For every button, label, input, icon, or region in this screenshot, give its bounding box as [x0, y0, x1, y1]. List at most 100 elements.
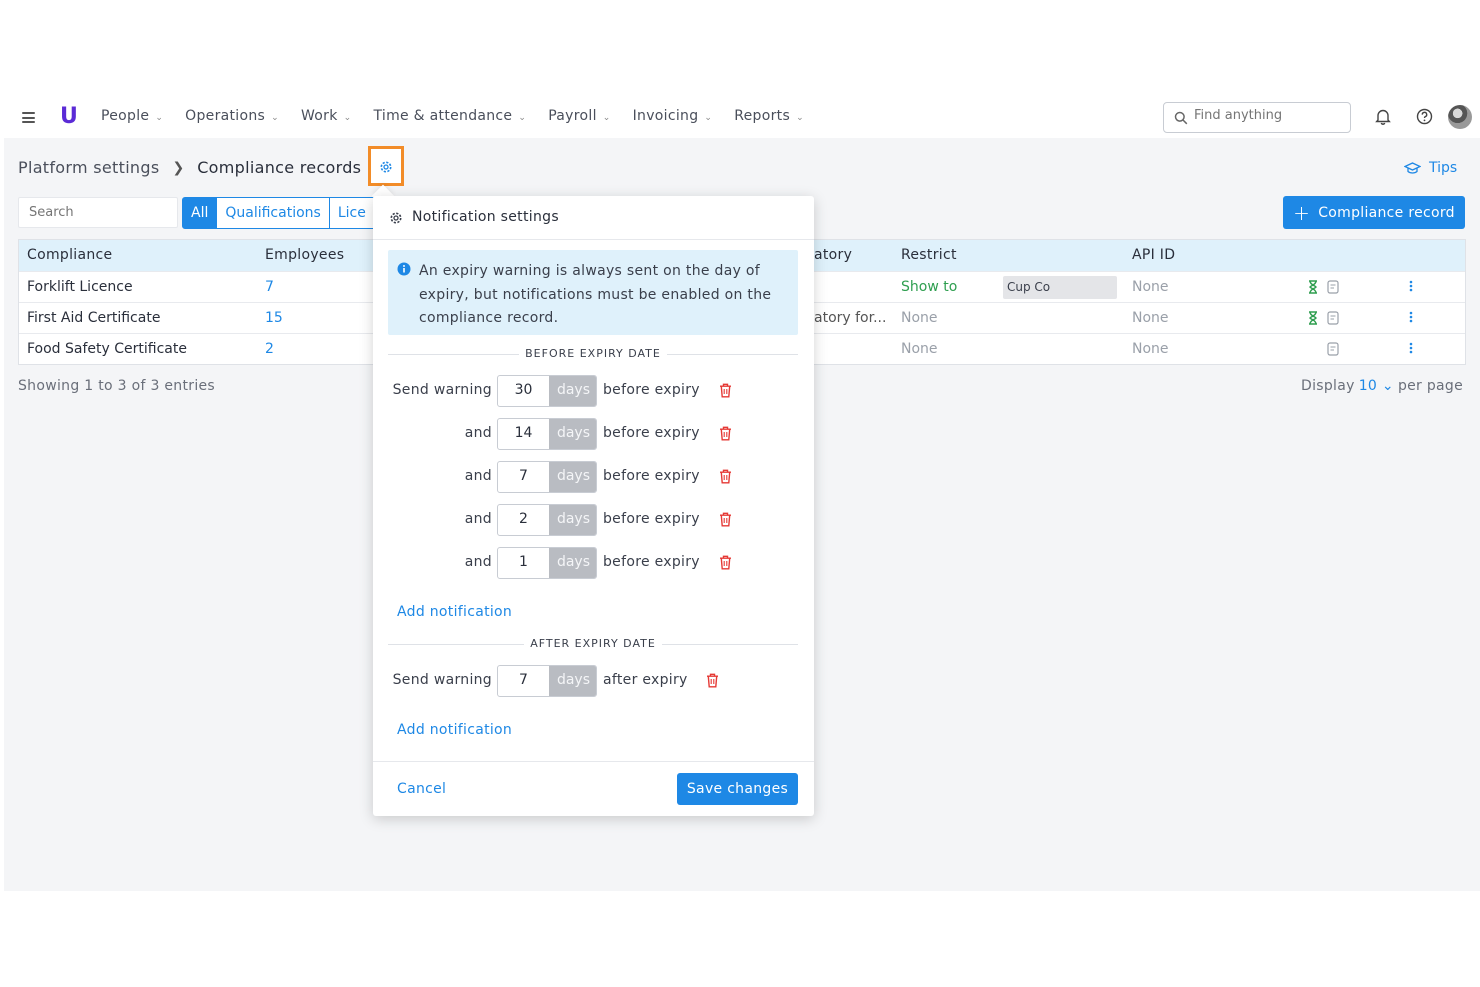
cell-restrict: Show to — [901, 279, 958, 295]
nav-item-reports[interactable]: Reports ⌄ — [734, 108, 804, 124]
more-options-icon[interactable] — [1409, 341, 1413, 355]
warning-suffix: before expiry — [603, 468, 700, 484]
header-employees[interactable]: Employees — [265, 247, 344, 263]
table-search[interactable] — [18, 197, 178, 228]
days-input[interactable]: 1 days — [497, 547, 597, 579]
search-icon — [1174, 111, 1188, 125]
tab-licences[interactable]: Lice — [329, 197, 375, 229]
global-search[interactable] — [1163, 102, 1351, 133]
warning-row: and 1 days before expiry — [388, 547, 798, 579]
trash-icon[interactable] — [719, 469, 732, 484]
cell-employees-link[interactable]: 7 — [265, 279, 274, 295]
document-icon[interactable] — [1327, 342, 1339, 356]
days-input[interactable]: 7 days — [497, 665, 597, 697]
cell-compliance: First Aid Certificate — [27, 310, 161, 326]
avatar[interactable] — [1448, 105, 1472, 129]
add-notification-before-link[interactable]: Add notification — [397, 604, 512, 620]
before-expiry-divider: BEFORE EXPIRY DATE — [388, 347, 798, 361]
global-search-input[interactable] — [1194, 108, 1344, 123]
graduation-cap-icon — [1404, 161, 1421, 174]
restrict-target-badge: Cup Co — [1003, 276, 1117, 299]
bell-icon[interactable] — [1375, 108, 1391, 125]
chevron-down-icon: ⌄ — [518, 113, 527, 123]
days-input[interactable]: 30 days — [497, 375, 597, 407]
help-icon[interactable] — [1416, 108, 1433, 125]
hourglass-icon — [1309, 311, 1317, 325]
per-page-suffix: per page — [1397, 378, 1464, 394]
nav-item-time-attendance[interactable]: Time & attendance ⌄ — [373, 108, 526, 124]
add-notification-after-link[interactable]: Add notification — [397, 722, 512, 738]
document-icon[interactable] — [1327, 311, 1339, 325]
plus-icon: + — [1293, 200, 1311, 225]
nav-item-payroll[interactable]: Payroll ⌄ — [548, 108, 610, 124]
nav-item-work[interactable]: Work ⌄ — [301, 108, 352, 124]
add-compliance-record-button[interactable]: + Compliance record — [1283, 196, 1465, 229]
chevron-down-icon: ⌄ — [343, 113, 352, 123]
warning-suffix: before expiry — [603, 382, 700, 398]
days-input[interactable]: 14 days — [497, 418, 597, 450]
nav-item-operations[interactable]: Operations ⌄ — [185, 108, 279, 124]
warning-row: and 7 days before expiry — [388, 461, 798, 493]
nav-item-people[interactable]: People ⌄ — [101, 108, 163, 124]
document-icon[interactable] — [1327, 280, 1339, 294]
chevron-down-icon: ⌄ — [155, 113, 164, 123]
popup-footer: Cancel Save changes — [373, 761, 814, 816]
display-label: Display — [1301, 378, 1355, 394]
tab-qualifications[interactable]: Qualifications — [217, 197, 330, 229]
per-page-control: Display 10 ⌄ per page — [1301, 378, 1463, 394]
breadcrumb-platform-settings[interactable]: Platform settings — [18, 158, 159, 177]
more-options-icon[interactable] — [1409, 310, 1413, 324]
warning-label: and — [464, 468, 492, 484]
add-compliance-record-label: Compliance record — [1318, 204, 1455, 221]
info-text: An expiry warning is always sent on the … — [419, 263, 772, 326]
warning-suffix: before expiry — [603, 425, 700, 441]
cell-mandatory: atory for... — [814, 310, 887, 326]
chevron-down-icon: ⌄ — [704, 113, 713, 123]
menu-icon[interactable] — [22, 112, 35, 123]
header-compliance[interactable]: Compliance — [27, 247, 112, 263]
more-options-icon[interactable] — [1409, 279, 1413, 293]
warning-row: Send warning 7 days after expiry — [388, 665, 798, 697]
entries-summary: Showing 1 to 3 of 3 entries — [18, 378, 216, 394]
cancel-button[interactable]: Cancel — [397, 781, 446, 797]
warning-suffix: before expiry — [603, 554, 700, 570]
header-api-id[interactable]: API ID — [1132, 247, 1175, 263]
nav-item-invoicing[interactable]: Invoicing ⌄ — [633, 108, 713, 124]
days-input[interactable]: 2 days — [497, 504, 597, 536]
warning-label: and — [464, 554, 492, 570]
table-search-input[interactable] — [29, 205, 169, 220]
after-expiry-divider: AFTER EXPIRY DATE — [388, 637, 798, 651]
tab-all[interactable]: All — [182, 197, 218, 229]
nav-menu: People ⌄ Operations ⌄ Work ⌄ Time & attenda… — [101, 108, 826, 124]
trash-icon[interactable] — [719, 426, 732, 441]
after-expiry-heading: AFTER EXPIRY DATE — [524, 637, 662, 650]
header-mandatory[interactable]: atory — [814, 247, 852, 263]
per-page-select[interactable]: 10 ⌄ — [1359, 378, 1394, 394]
days-input[interactable]: 7 days — [497, 461, 597, 493]
compliance-settings-button[interactable] — [368, 146, 404, 186]
save-changes-button[interactable]: Save changes — [677, 773, 798, 805]
warning-label: Send warning — [392, 672, 492, 688]
warning-row: Send warning 30 days before expiry — [388, 375, 798, 407]
header-restrict[interactable]: Restrict — [901, 247, 957, 263]
info-icon — [397, 262, 411, 276]
warning-suffix: after expiry — [603, 672, 688, 688]
chevron-right-icon: ❯ — [172, 159, 185, 176]
trash-icon[interactable] — [706, 673, 719, 688]
cell-compliance: Forklift Licence — [27, 279, 133, 295]
app-logo[interactable]: U — [60, 104, 78, 129]
cell-employees-link[interactable]: 2 — [265, 341, 274, 357]
tips-link[interactable]: Tips — [1404, 160, 1457, 176]
warning-row: and 14 days before expiry — [388, 418, 798, 450]
chevron-down-icon: ⌄ — [271, 113, 279, 123]
top-navigation: U People ⌄ Operations ⌄ Work ⌄ Time & atten… — [4, 96, 1480, 138]
page-title: Compliance records — [197, 158, 362, 177]
cell-api-id: None — [1132, 310, 1169, 326]
notification-settings-popup: Notification settings An expiry warning … — [373, 196, 814, 816]
warning-row: and 2 days before expiry — [388, 504, 798, 536]
trash-icon[interactable] — [719, 512, 732, 527]
trash-icon[interactable] — [719, 555, 732, 570]
trash-icon[interactable] — [719, 383, 732, 398]
warning-label: Send warning — [392, 382, 492, 398]
cell-employees-link[interactable]: 15 — [265, 310, 283, 326]
